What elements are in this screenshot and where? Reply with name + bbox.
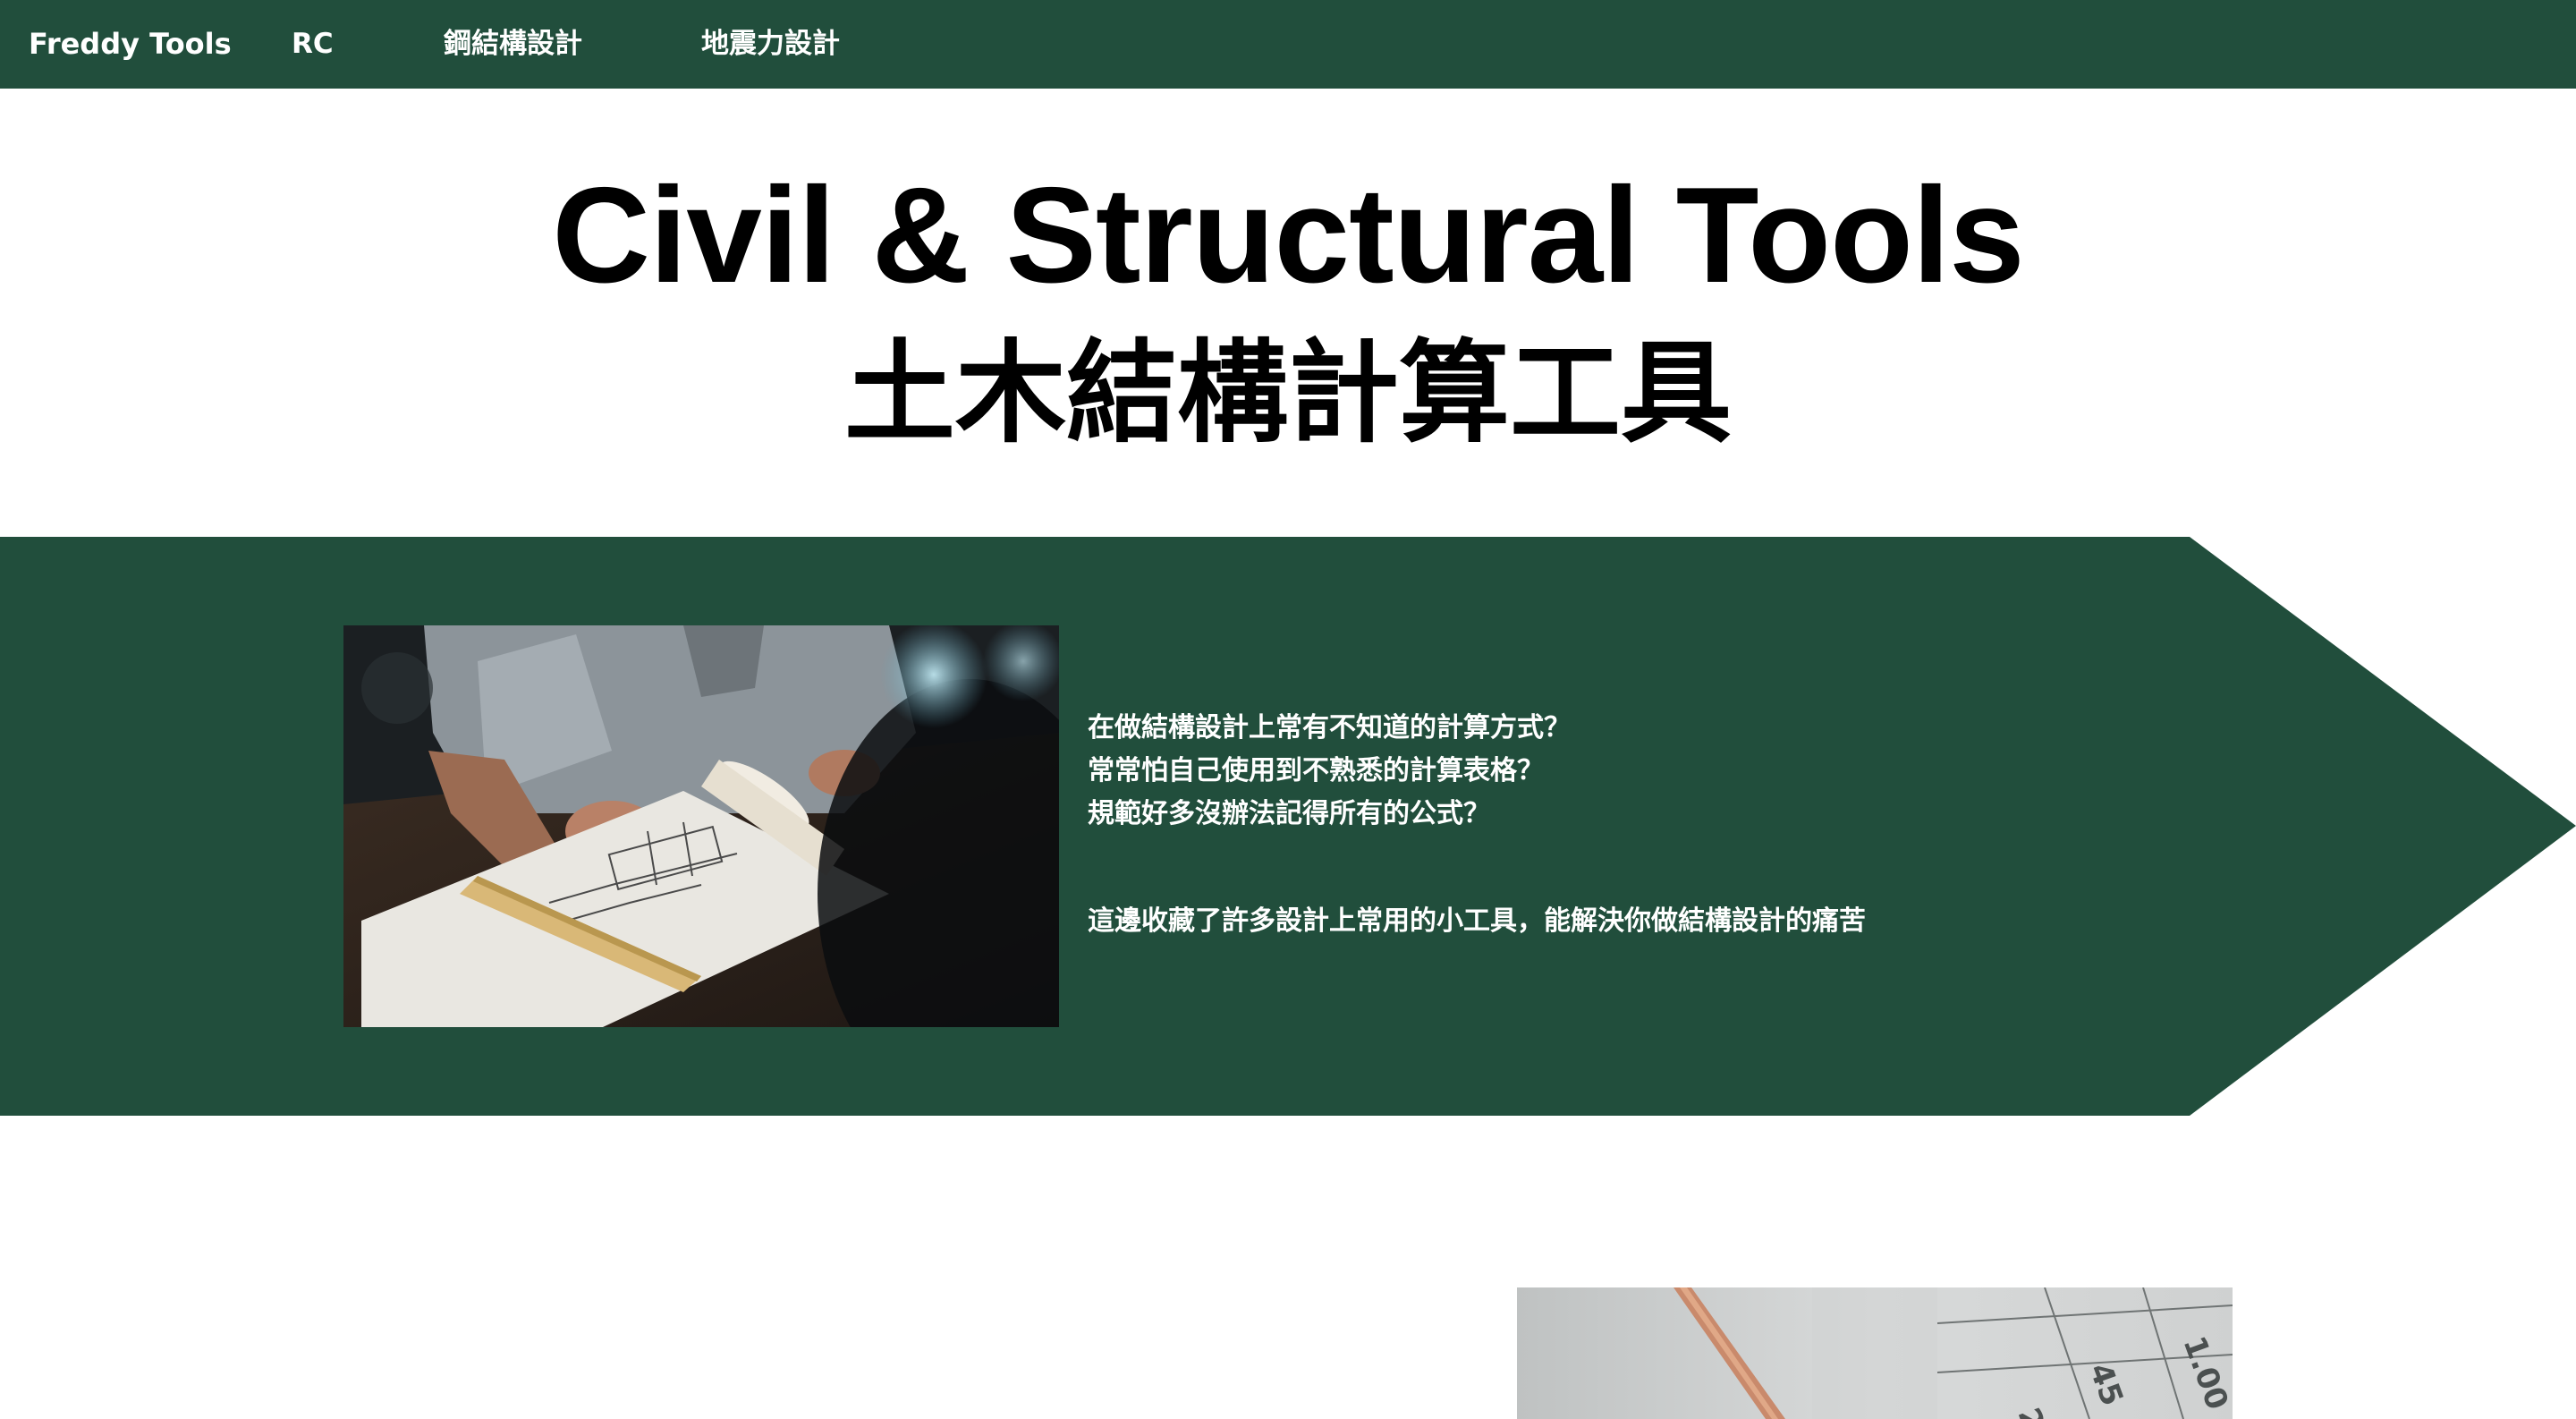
nav-brand-link[interactable]: Freddy Tools bbox=[29, 0, 232, 89]
top-navbar: Freddy Tools RC 鋼結構設計 地震力設計 bbox=[0, 0, 2576, 89]
intro-question-2: 常常怕自己使用到不熟悉的計算表格？ bbox=[1088, 755, 1544, 786]
intro-summary: 這邊收藏了許多設計上常用的小工具，能解決你做結構設計的痛苦 bbox=[1088, 905, 1866, 937]
intro-text-block: 在做結構設計上常有不知道的計算方式？ 常常怕自己使用到不熟悉的計算表格？ 規範好… bbox=[1088, 707, 1866, 943]
intro-spacer bbox=[1088, 836, 1866, 900]
calculation-sheet-illustration: 45 1.00 2.00 bbox=[1517, 1287, 2233, 1419]
engineer-drafting-photo bbox=[343, 625, 1059, 1027]
hero-subtitle: 土木結構計算工具 bbox=[843, 329, 1732, 458]
page: Freddy Tools RC 鋼結構設計 地震力設計 Civil & Stru… bbox=[0, 0, 2576, 1419]
calculation-sheet-photo: 45 1.00 2.00 bbox=[1517, 1287, 2233, 1419]
nav-item-seismic-design[interactable]: 地震力設計 bbox=[701, 0, 840, 89]
intro-question-1: 在做結構設計上常有不知道的計算方式？ bbox=[1088, 712, 1571, 743]
nav-item-rc[interactable]: RC bbox=[292, 0, 334, 89]
intro-question-3: 規範好多沒辦法記得所有的公式？ bbox=[1088, 798, 1490, 829]
drafting-illustration bbox=[343, 625, 1059, 1027]
nav-item-steel-design[interactable]: 鋼結構設計 bbox=[444, 0, 582, 89]
hero-title: Civil & Structural Tools bbox=[552, 159, 2024, 311]
